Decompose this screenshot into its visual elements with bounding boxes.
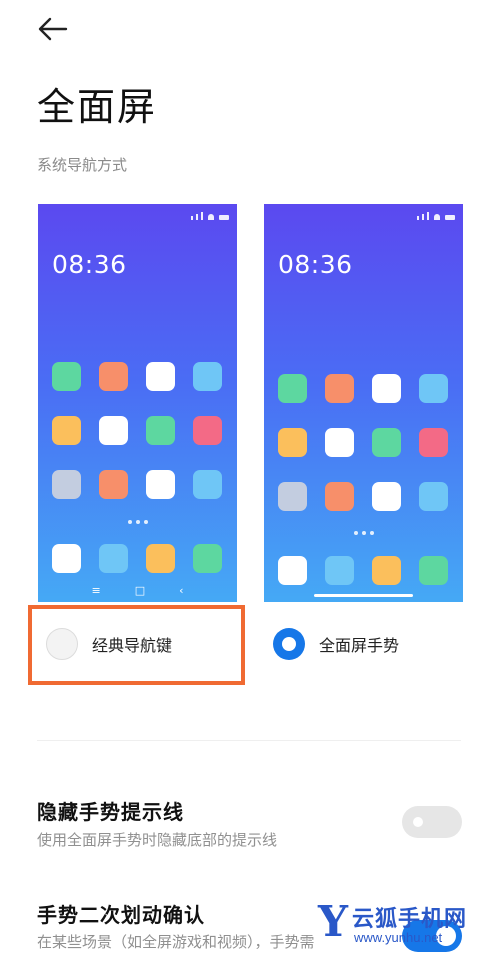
app-icon [419,374,448,403]
app-icon [278,374,307,403]
page-dots [353,531,374,535]
app-icon [99,416,128,445]
app-icon [52,416,81,445]
app-icon [325,482,354,511]
app-icon [52,544,81,573]
app-icon [278,482,307,511]
highlight-box [28,605,245,685]
app-icon [99,544,128,573]
section-label: 系统导航方式 [37,156,128,174]
watermark-name: 云狐手机网 [352,907,468,932]
watermark-url: www.yunhu.net [354,930,443,945]
preview-clock: 08:36 [278,250,353,279]
toggle-hide-hint[interactable] [402,806,462,838]
app-icon [325,374,354,403]
dock [278,556,448,585]
app-icon [99,470,128,499]
app-grid [52,362,222,499]
setting-desc-hide-hint: 使用全面屏手势时隐藏底部的提示线 [37,831,278,849]
app-icon [372,482,401,511]
dock [52,544,222,573]
app-icon [372,556,401,585]
option-label: 全面屏手势 [319,636,400,655]
app-icon [325,428,354,457]
app-icon [146,416,175,445]
preview-classic-nav[interactable]: 08:36 ≡ □ ‹ [38,204,237,602]
radio-selected[interactable] [273,628,305,660]
app-icon [372,428,401,457]
preview-gesture-nav[interactable]: 08:36 [264,204,463,602]
app-icon [419,482,448,511]
app-icon [193,544,222,573]
gesture-bar [314,594,413,597]
app-icon [278,428,307,457]
setting-title-swipe-confirm: 手势二次划动确认 [37,903,205,927]
setting-desc-swipe-confirm: 在某些场景（如全屏游戏和视频），手势需 [37,933,315,951]
app-icon [99,362,128,391]
app-icon [146,544,175,573]
watermark: Y 云狐手机网 www.yunhu.net [318,895,496,955]
app-icon [146,362,175,391]
option-gesture-nav[interactable]: 全面屏手势 [273,628,399,660]
page-dots [127,520,148,524]
watermark-logo: Y [318,897,348,946]
status-icons [417,212,455,220]
setting-title-hide-hint: 隐藏手势提示线 [37,800,184,824]
app-grid [278,374,448,511]
app-icon [146,470,175,499]
divider [37,740,461,741]
nav-keys: ≡ □ ‹ [38,584,237,597]
app-icon [52,362,81,391]
home-icon: □ [134,584,146,597]
app-icon [193,416,222,445]
app-icon [193,470,222,499]
status-icons [191,212,229,220]
app-icon [325,556,354,585]
menu-icon: ≡ [91,584,101,597]
page-title: 全面屏 [37,85,158,129]
app-icon [278,556,307,585]
back-icon: ‹ [179,584,184,597]
app-icon [372,374,401,403]
app-icon [193,362,222,391]
app-icon [52,470,81,499]
arrow-left-icon[interactable] [36,14,70,44]
app-icon [419,428,448,457]
app-icon [419,556,448,585]
preview-clock: 08:36 [52,250,127,279]
